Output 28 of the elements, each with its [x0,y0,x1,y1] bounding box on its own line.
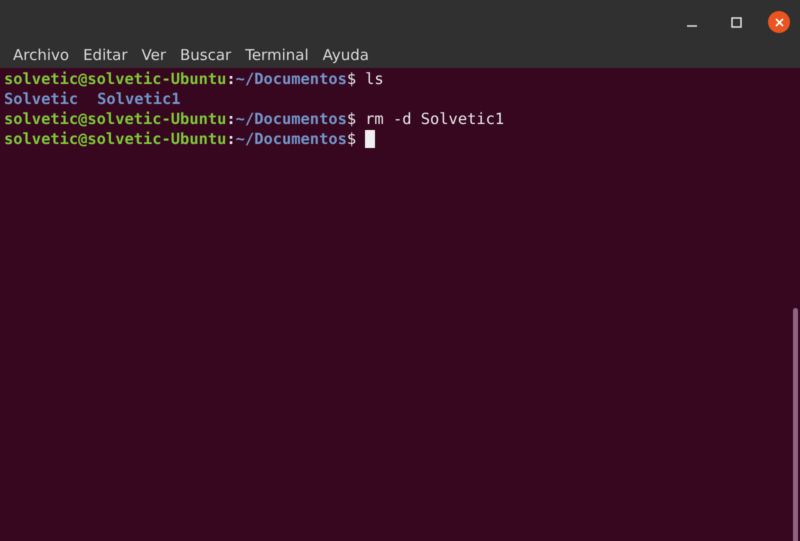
close-button[interactable] [768,11,790,33]
menu-item[interactable]: Ver [134,44,173,66]
directory-name: Solvetic [4,89,78,109]
command-text: ls [365,69,384,89]
directory-name: Solvetic1 [97,89,181,109]
prompt-separator: : [226,129,236,149]
scrollbar[interactable] [793,308,798,541]
command-text: rm -d Solvetic1 [365,109,504,129]
prompt-user: solvetic@solvetic-Ubuntu [4,129,226,149]
prompt-user: solvetic@solvetic-Ubuntu [4,109,226,129]
prompt-symbol: $ [346,109,356,129]
prompt-separator: : [226,69,236,89]
menu-item[interactable]: Editar [76,44,134,66]
prompt-path: ~/Documentos [236,69,347,89]
maximize-icon [730,16,742,28]
prompt-symbol: $ [346,69,356,89]
menu-item[interactable]: Terminal [238,44,316,66]
text-cursor [365,130,376,148]
menu-item[interactable]: Buscar [173,44,238,66]
prompt-separator: : [226,109,236,129]
minimize-icon [687,25,697,27]
prompt-symbol: $ [346,129,356,149]
close-icon [774,18,784,26]
prompt-path: ~/Documentos [236,109,347,129]
prompt-user: solvetic@solvetic-Ubuntu [4,69,226,89]
prompt-path: ~/Documentos [236,129,347,149]
menu-item[interactable]: Archivo [6,44,76,66]
menu-item[interactable]: Ayuda [316,44,376,66]
